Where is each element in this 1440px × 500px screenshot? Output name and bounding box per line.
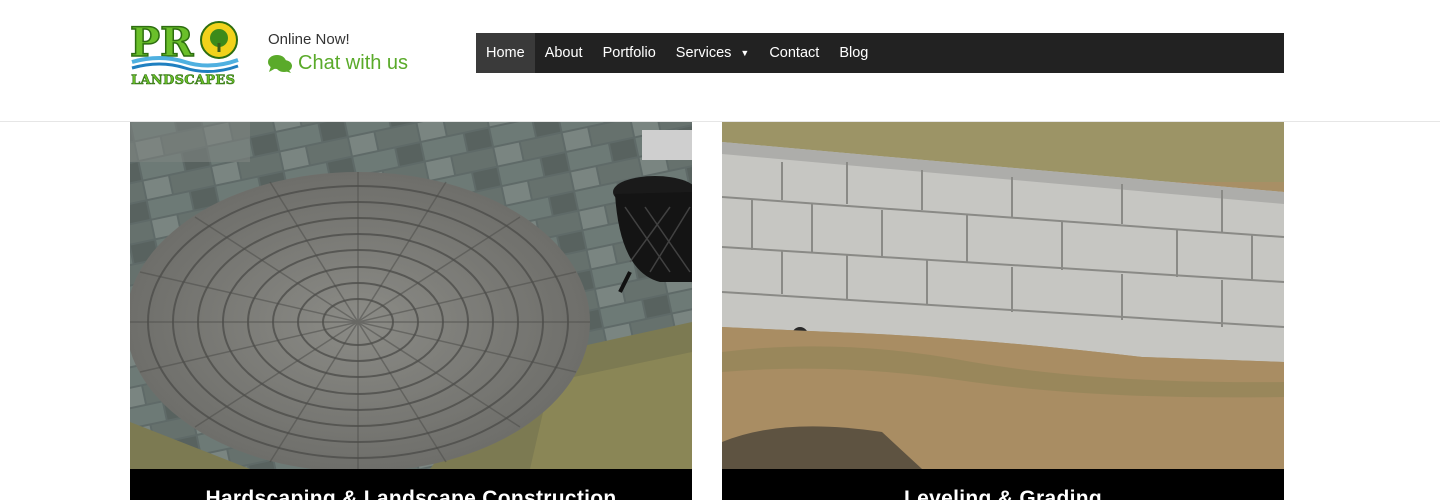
service-card-leveling[interactable]: Leveling & Grading [722,122,1284,500]
nav-item-label[interactable]: Portfolio [603,45,656,61]
nav-item-label[interactable]: Blog [839,45,868,61]
pro-landscapes-logo[interactable]: PR LANDSCAPES [130,18,240,88]
nav-item-blog[interactable]: Blog [829,33,878,73]
logo-subtitle: LANDSCAPES [131,73,235,88]
nav-item-home[interactable]: Home [476,33,535,73]
service-card-hardscaping[interactable]: Hardscaping & Landscape Construction [130,122,692,500]
online-now-label: Online Now! [268,31,350,48]
caret-down-icon[interactable]: ▼ [740,48,749,58]
card-caption[interactable]: Hardscaping & Landscape Construction [130,469,692,500]
chat-bubbles-icon [268,54,292,73]
main-navigation: Home About Portfolio Services ▼ Contact B… [476,33,1284,73]
nav-item-label[interactable]: About [545,45,583,61]
nav-item-about[interactable]: About [535,33,593,73]
nav-item-label[interactable]: Home [486,45,525,61]
card-caption[interactable]: Leveling & Grading [722,469,1284,500]
nav-item-services[interactable]: Services ▼ [666,33,760,73]
nav-item-portfolio[interactable]: Portfolio [593,33,666,73]
patio-paver-photo [130,122,692,469]
chat-link-label[interactable]: Chat with us [298,52,408,75]
nav-item-contact[interactable]: Contact [759,33,829,73]
retaining-wall-photo [722,122,1284,469]
nav-item-label[interactable]: Contact [769,45,819,61]
site-header: PR LANDSCAPES Online Now! Chat with us H… [0,0,1440,122]
nav-item-label[interactable]: Services [676,45,732,61]
chat-link[interactable]: Chat with us [268,52,408,75]
